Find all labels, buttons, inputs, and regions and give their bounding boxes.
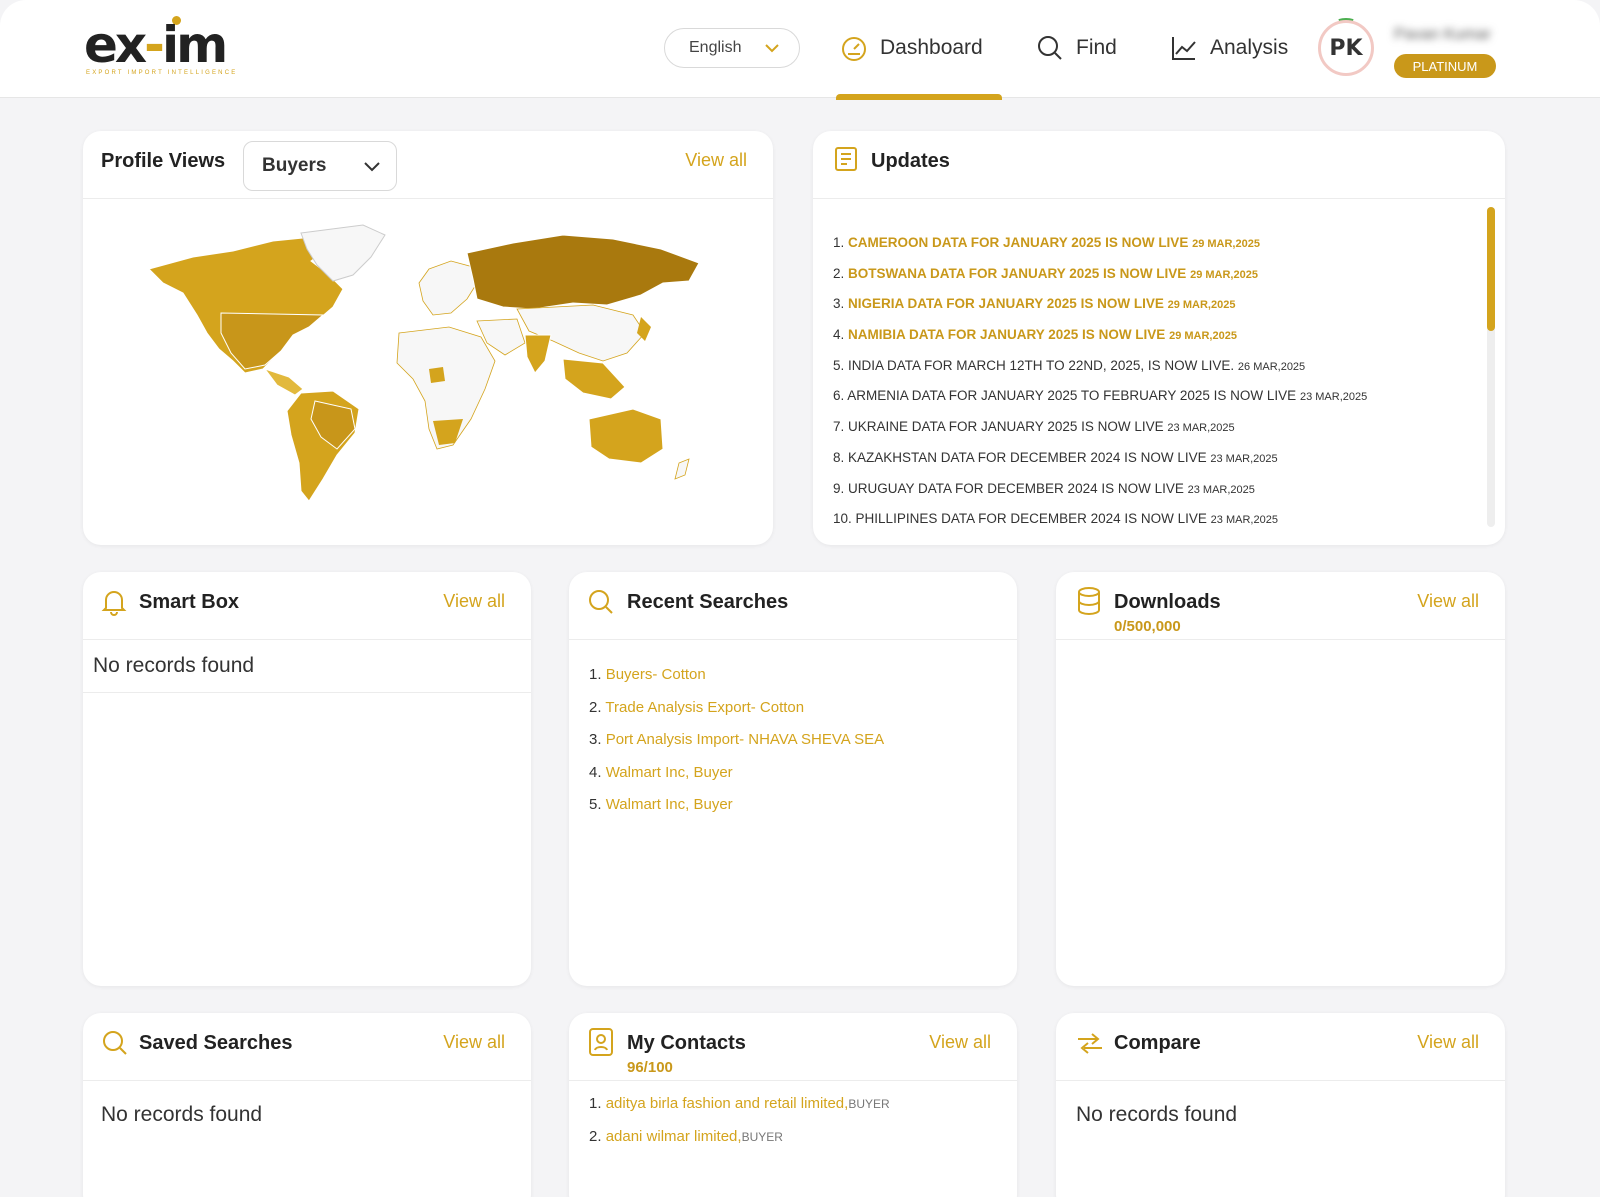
smart-box-header: Smart Box View all bbox=[83, 572, 531, 640]
smart-box-card: Smart Box View all No records found bbox=[83, 572, 531, 986]
map-india bbox=[524, 334, 552, 374]
downloads-count: 0/500,000 bbox=[1114, 618, 1181, 635]
smart-box-empty-text: No records found bbox=[93, 654, 255, 677]
user-name[interactable]: Pavan Kumar bbox=[1394, 26, 1491, 44]
update-item[interactable]: 5. INDIA DATA FOR MARCH 12TH TO 22ND, 20… bbox=[833, 357, 1367, 388]
nav-find-label: Find bbox=[1076, 36, 1117, 59]
update-item[interactable]: 3. NIGERIA DATA FOR JANUARY 2025 IS NOW … bbox=[833, 295, 1367, 326]
compare-title: Compare bbox=[1114, 1032, 1201, 1054]
my-contacts-view-all[interactable]: View all bbox=[929, 1032, 991, 1053]
line-chart-icon bbox=[1172, 37, 1196, 60]
contact-book-icon bbox=[589, 1028, 613, 1056]
update-item[interactable]: 10. PHILLIPINES DATA FOR DECEMBER 2024 I… bbox=[833, 510, 1367, 541]
profile-views-view-all[interactable]: View all bbox=[685, 150, 747, 171]
profile-views-filter[interactable]: Buyers bbox=[243, 141, 397, 191]
contact-item[interactable]: 2. adani wilmar limited,BUYER bbox=[589, 1128, 890, 1161]
world-map[interactable] bbox=[133, 223, 713, 513]
updates-header: Updates bbox=[813, 131, 1505, 199]
update-item[interactable]: 6. ARMENIA DATA FOR JANUARY 2025 TO FEBR… bbox=[833, 387, 1367, 418]
saved-searches-title: Saved Searches bbox=[139, 1032, 293, 1054]
updates-card: Updates 1. CAMEROON DATA FOR JANUARY 202… bbox=[813, 131, 1505, 545]
exim-logo[interactable]: ex-im EXPORT IMPORT INTELLIGENCE bbox=[84, 16, 244, 80]
downloads-card: Downloads 0/500,000 View all bbox=[1056, 572, 1505, 986]
recent-searches-title: Recent Searches bbox=[627, 591, 789, 613]
my-contacts-count: 96/100 bbox=[627, 1059, 673, 1076]
logo-word: ex-im bbox=[84, 16, 228, 74]
compare-arrows-icon bbox=[1078, 1033, 1102, 1054]
saved-searches-view-all[interactable]: View all bbox=[443, 1032, 505, 1053]
compare-empty-text: No records found bbox=[1076, 1103, 1238, 1126]
map-southeast-asia bbox=[562, 358, 626, 400]
saved-searches-header: Saved Searches View all bbox=[83, 1013, 531, 1081]
map-australia bbox=[588, 408, 664, 464]
search-icon bbox=[103, 1031, 127, 1055]
update-item[interactable]: 7. UKRAINE DATA FOR JANUARY 2025 IS NOW … bbox=[833, 418, 1367, 449]
search-icon bbox=[1038, 36, 1062, 60]
updates-title: Updates bbox=[871, 150, 950, 172]
update-item[interactable]: 2. BOTSWANA DATA FOR JANUARY 2025 IS NOW… bbox=[833, 265, 1367, 296]
update-item[interactable]: 9. URUGUAY DATA FOR DECEMBER 2024 IS NOW… bbox=[833, 480, 1367, 511]
nav-find[interactable]: Find bbox=[1036, 30, 1117, 66]
map-russia bbox=[466, 234, 700, 310]
nav-analysis-label: Analysis bbox=[1210, 36, 1289, 59]
profile-views-filter-value: Buyers bbox=[262, 155, 327, 176]
updates-scrollbar[interactable] bbox=[1487, 207, 1495, 527]
recent-search-item[interactable]: 5. Walmart Inc, Buyer bbox=[589, 796, 884, 829]
language-value: English bbox=[689, 39, 742, 56]
profile-views-header: Profile Views Buyers View all bbox=[83, 131, 773, 199]
nav-dashboard-label: Dashboard bbox=[880, 36, 983, 59]
nav-dashboard[interactable]: Dashboard bbox=[840, 30, 983, 66]
chevron-down-icon bbox=[364, 162, 380, 172]
compare-card: Compare View all No records found bbox=[1056, 1013, 1505, 1197]
recent-searches-card: Recent Searches 1. Buyers- Cotton 2. Tra… bbox=[569, 572, 1017, 986]
bell-icon bbox=[101, 591, 127, 616]
map-nigeria bbox=[429, 367, 445, 383]
my-contacts-header: My Contacts 96/100 View all bbox=[569, 1013, 1017, 1081]
logo-tagline: EXPORT IMPORT INTELLIGENCE bbox=[86, 70, 238, 76]
chevron-down-icon bbox=[765, 44, 779, 53]
divider bbox=[83, 692, 531, 693]
my-contacts-list: 1. aditya birla fashion and retail limit… bbox=[589, 1095, 890, 1161]
updates-scrollbar-thumb[interactable] bbox=[1487, 207, 1495, 331]
compare-header: Compare View all bbox=[1056, 1013, 1505, 1081]
updates-list: 1. CAMEROON DATA FOR JANUARY 2025 IS NOW… bbox=[833, 234, 1367, 541]
profile-views-card: Profile Views Buyers View all bbox=[83, 131, 773, 545]
recent-searches-header: Recent Searches bbox=[569, 572, 1017, 640]
recent-searches-list: 1. Buyers- Cotton 2. Trade Analysis Expo… bbox=[589, 666, 884, 829]
profile-views-title: Profile Views bbox=[101, 150, 226, 172]
avatar[interactable]: PK bbox=[1318, 20, 1374, 76]
smart-box-title: Smart Box bbox=[139, 591, 240, 613]
recent-search-item[interactable]: 1. Buyers- Cotton bbox=[589, 666, 884, 699]
update-item[interactable]: 1. CAMEROON DATA FOR JANUARY 2025 IS NOW… bbox=[833, 234, 1367, 265]
update-item[interactable]: 4. NAMIBIA DATA FOR JANUARY 2025 IS NOW … bbox=[833, 326, 1367, 357]
language-select[interactable]: English bbox=[664, 28, 800, 68]
database-icon bbox=[1078, 587, 1100, 616]
compare-view-all[interactable]: View all bbox=[1417, 1032, 1479, 1053]
news-document-icon bbox=[835, 147, 857, 171]
smart-box-view-all[interactable]: View all bbox=[443, 591, 505, 612]
downloads-view-all[interactable]: View all bbox=[1417, 591, 1479, 612]
update-item[interactable]: 8. KAZAKHSTAN DATA FOR DECEMBER 2024 IS … bbox=[833, 449, 1367, 480]
active-tab-indicator bbox=[836, 94, 1002, 100]
search-icon bbox=[589, 590, 613, 614]
saved-searches-empty-text: No records found bbox=[101, 1103, 263, 1126]
top-header: ex-im EXPORT IMPORT INTELLIGENCE English… bbox=[0, 0, 1600, 100]
my-contacts-card: My Contacts 96/100 View all 1. aditya bi… bbox=[569, 1013, 1017, 1197]
recent-search-item[interactable]: 3. Port Analysis Import- NHAVA SHEVA SEA bbox=[589, 731, 884, 764]
speedometer-icon bbox=[842, 37, 866, 61]
downloads-title: Downloads bbox=[1114, 591, 1221, 613]
nav-analysis[interactable]: Analysis bbox=[1170, 30, 1288, 66]
contact-item[interactable]: 1. aditya birla fashion and retail limit… bbox=[589, 1095, 890, 1128]
downloads-header: Downloads 0/500,000 View all bbox=[1056, 572, 1505, 640]
my-contacts-title: My Contacts bbox=[627, 1032, 746, 1054]
map-europe bbox=[418, 260, 478, 316]
recent-search-item[interactable]: 2. Trade Analysis Export- Cotton bbox=[589, 699, 884, 732]
saved-searches-card: Saved Searches View all No records found bbox=[83, 1013, 531, 1197]
map-central-america bbox=[263, 368, 304, 396]
map-new-zealand bbox=[674, 458, 690, 480]
recent-search-item[interactable]: 4. Walmart Inc, Buyer bbox=[589, 764, 884, 797]
plan-badge: PLATINUM bbox=[1394, 54, 1496, 78]
